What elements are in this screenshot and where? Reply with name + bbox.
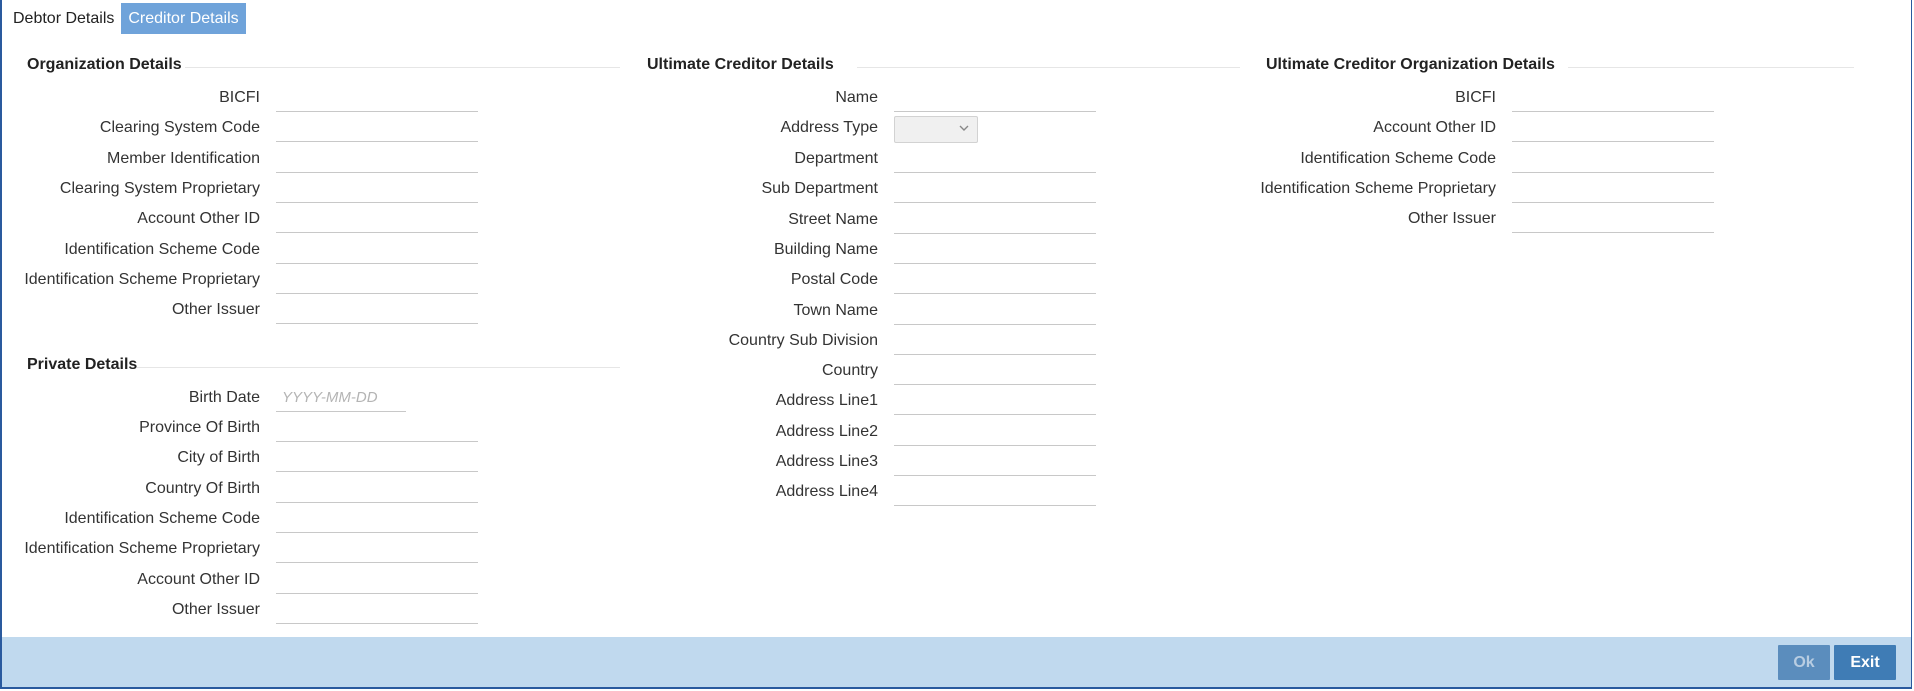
ultimate-creditor-org-other-issuer-label: Other Issuer xyxy=(1407,210,1496,228)
ultimate-creditor-details-title: Ultimate Creditor Details xyxy=(647,56,834,73)
ultimate-creditor-building-name-row: Building Name xyxy=(2,235,1096,266)
private-identification-scheme-proprietary-row: Identification Scheme Proprietary xyxy=(2,535,478,565)
organization-details-header: Organization Details xyxy=(27,56,620,74)
ultimate-creditor-org-identification-scheme-code-label: Identification Scheme Code xyxy=(1300,149,1496,167)
ultimate-creditor-address-line1-row: Address Line1 xyxy=(2,387,1096,417)
ultimate-creditor-address-line3-row: Address Line3 xyxy=(2,448,1096,478)
ultimate-creditor-organization-details-header: Ultimate Creditor Organization Details xyxy=(1266,56,1854,74)
ultimate-creditor-org-account-other-id-input[interactable] xyxy=(1512,114,1714,143)
ultimate-creditor-org-bicfi-input[interactable] xyxy=(1512,84,1714,112)
private-other-issuer-row: Other Issuer xyxy=(2,595,478,626)
ultimate-creditor-org-identification-scheme-proprietary-row: Identification Scheme Proprietary xyxy=(2,174,1714,205)
private-identification-scheme-code-row: Identification Scheme Code xyxy=(2,504,478,535)
ultimate-creditor-country-row: Country xyxy=(2,357,1096,387)
ultimate-creditor-org-identification-scheme-code-row: Identification Scheme Code xyxy=(2,144,1714,175)
private-other-issuer-input[interactable] xyxy=(276,595,478,624)
footer-bar: Ok Exit xyxy=(2,637,1911,687)
ultimate-creditor-address-line2-row: Address Line2 xyxy=(2,417,1096,448)
section-divider xyxy=(185,67,620,68)
tab-creditor-details[interactable]: Creditor Details xyxy=(121,3,246,34)
ultimate-creditor-address-line4-input[interactable] xyxy=(894,478,1096,507)
ultimate-creditor-country-sub-division-label: Country Sub Division xyxy=(728,331,878,349)
ultimate-creditor-country-input[interactable] xyxy=(894,357,1096,386)
ultimate-creditor-postal-code-row: Postal Code xyxy=(2,266,1096,296)
private-identification-scheme-proprietary-label: Identification Scheme Proprietary xyxy=(24,540,260,558)
window-frame: Debtor Details Creditor Details Organiza… xyxy=(0,0,1912,689)
ultimate-creditor-building-name-label: Building Name xyxy=(773,240,878,258)
ultimate-creditor-address-line4-label: Address Line4 xyxy=(775,483,878,501)
ultimate-creditor-organization-details-title: Ultimate Creditor Organization Details xyxy=(1266,56,1555,73)
ultimate-creditor-details-header: Ultimate Creditor Details xyxy=(647,56,1240,74)
ultimate-creditor-org-bicfi-row: BICFI xyxy=(2,84,1714,114)
organization-details-title: Organization Details xyxy=(27,56,182,73)
ultimate-creditor-address-line3-input[interactable] xyxy=(894,448,1096,476)
ultimate-creditor-org-account-other-id-row: Account Other ID xyxy=(2,114,1714,144)
ultimate-creditor-address-line2-input[interactable] xyxy=(894,417,1096,446)
tab-bar: Debtor Details Creditor Details xyxy=(6,3,246,34)
ultimate-creditor-org-identification-scheme-code-input[interactable] xyxy=(1512,144,1714,173)
ultimate-creditor-country-sub-division-row: Country Sub Division xyxy=(2,326,1096,357)
tab-debtor-details[interactable]: Debtor Details xyxy=(6,3,121,34)
section-divider xyxy=(857,67,1240,68)
private-account-other-id-label: Account Other ID xyxy=(137,570,260,588)
ultimate-creditor-country-label: Country xyxy=(821,362,878,380)
ultimate-creditor-building-name-input[interactable] xyxy=(894,235,1096,264)
ultimate-creditor-address-line2-label: Address Line2 xyxy=(775,422,878,440)
exit-button[interactable]: Exit xyxy=(1834,645,1896,680)
ultimate-creditor-org-other-issuer-input[interactable] xyxy=(1512,205,1714,234)
ultimate-creditor-address-line1-label: Address Line1 xyxy=(775,392,878,410)
ultimate-creditor-postal-code-label: Postal Code xyxy=(790,271,878,289)
ultimate-creditor-town-name-row: Town Name xyxy=(2,296,1096,327)
ultimate-creditor-org-identification-scheme-proprietary-label: Identification Scheme Proprietary xyxy=(1260,179,1496,197)
section-divider xyxy=(1568,67,1854,68)
ultimate-creditor-org-other-issuer-row: Other Issuer xyxy=(2,205,1714,235)
ok-button[interactable]: Ok xyxy=(1778,645,1830,680)
private-identification-scheme-code-input[interactable] xyxy=(276,504,478,533)
private-account-other-id-row: Account Other ID xyxy=(2,565,478,596)
ultimate-creditor-postal-code-input[interactable] xyxy=(894,266,1096,295)
ultimate-creditor-town-name-input[interactable] xyxy=(894,296,1096,325)
private-other-issuer-label: Other Issuer xyxy=(171,600,260,618)
private-identification-scheme-code-label: Identification Scheme Code xyxy=(64,509,260,527)
ultimate-creditor-address-line3-label: Address Line3 xyxy=(775,453,878,470)
ultimate-creditor-org-bicfi-label: BICFI xyxy=(1455,89,1496,106)
private-identification-scheme-proprietary-input[interactable] xyxy=(276,535,478,564)
ultimate-creditor-address-line1-input[interactable] xyxy=(894,387,1096,416)
ultimate-creditor-org-identification-scheme-proprietary-input[interactable] xyxy=(1512,174,1714,203)
ultimate-creditor-org-account-other-id-label: Account Other ID xyxy=(1373,119,1496,137)
ultimate-creditor-country-sub-division-input[interactable] xyxy=(894,326,1096,355)
private-account-other-id-input[interactable] xyxy=(276,565,478,594)
ultimate-creditor-address-line4-row: Address Line4 xyxy=(2,478,1096,508)
ultimate-creditor-town-name-label: Town Name xyxy=(793,301,878,319)
